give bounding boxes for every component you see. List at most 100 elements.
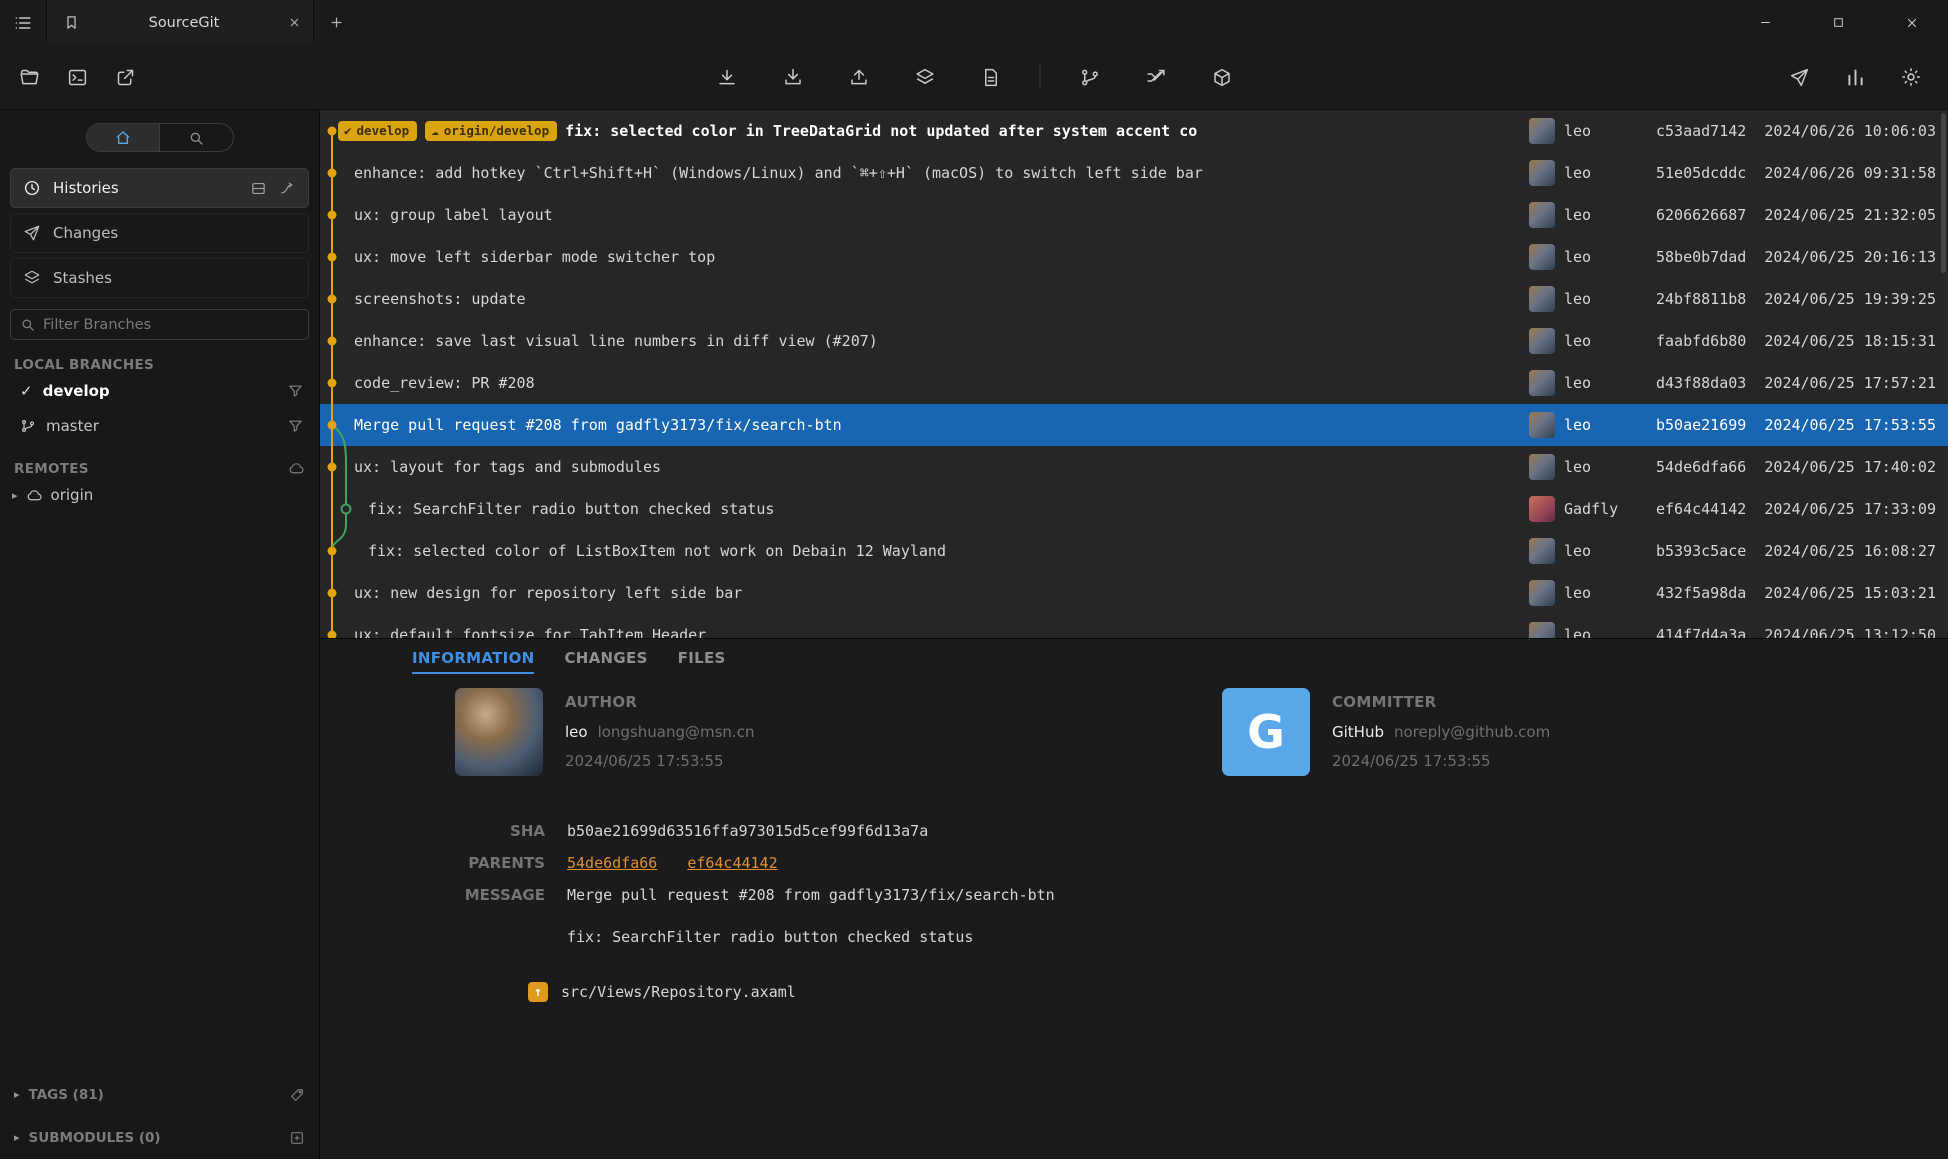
- commit-row[interactable]: ux: layout for tags and submodules leo54d…: [320, 446, 1948, 488]
- chevron-right-icon: ▸: [14, 1088, 20, 1101]
- parent-commit-link[interactable]: ef64c44142: [687, 854, 777, 872]
- compare-arrows-icon: [1145, 67, 1166, 88]
- stash-layers-icon: [914, 67, 935, 88]
- commit-row[interactable]: enhance: add hotkey `Ctrl+Shift+H` (Wind…: [320, 152, 1948, 194]
- commit-time: 2024/06/26 10:06:03: [1762, 122, 1936, 140]
- close-window-button[interactable]: [1875, 0, 1948, 45]
- badge-label: origin/develop: [444, 122, 549, 139]
- history-scrollbar-thumb[interactable]: [1941, 113, 1946, 273]
- archive-button[interactable]: [1205, 60, 1239, 94]
- commit-message: ux: new design for repository left side …: [354, 584, 742, 602]
- submodules-label: SUBMODULES (0): [29, 1130, 161, 1146]
- toolbar: [0, 45, 1948, 110]
- author-avatar: [1529, 454, 1555, 480]
- author-avatar: [1529, 328, 1555, 354]
- sidebar-item-label: Stashes: [53, 269, 296, 287]
- open-repository-button[interactable]: [12, 60, 46, 94]
- branch-badge[interactable]: ☁origin/develop: [425, 121, 557, 141]
- changed-file-row[interactable]: ↑ src/Views/Repository.axaml: [528, 982, 1948, 1002]
- filter-funnel-icon[interactable]: [288, 383, 303, 398]
- layout-toggle-icon[interactable]: [250, 180, 267, 197]
- committer-block: G COMMITTER GitHub noreply@github.com 20…: [1222, 688, 1550, 776]
- settings-button[interactable]: [1894, 60, 1928, 94]
- commit-people: AUTHOR leo longshuang@msn.cn 2024/06/25 …: [455, 688, 1948, 776]
- commit-row[interactable]: ux: move left siderbar mode switcher top…: [320, 236, 1948, 278]
- toolbar-divider: [1040, 65, 1041, 89]
- fetch-icon: [716, 67, 737, 88]
- author-label: AUTHOR: [565, 693, 754, 711]
- commit-row[interactable]: fix: SearchFilter radio button checked s…: [320, 488, 1948, 530]
- tab-files[interactable]: FILES: [678, 649, 726, 674]
- statistics-button[interactable]: [1838, 60, 1872, 94]
- commit-row[interactable]: fix: selected color of ListBoxItem not w…: [320, 530, 1948, 572]
- commit-row[interactable]: Merge pull request #208 from gadfly3173/…: [320, 404, 1948, 446]
- commit-row[interactable]: enhance: save last visual line numbers i…: [320, 320, 1948, 362]
- commit-row[interactable]: screenshots: updateleo24bf8811b82024/06/…: [320, 278, 1948, 320]
- create-branch-button[interactable]: [1073, 60, 1107, 94]
- commit-time: 2024/06/25 20:16:13: [1762, 248, 1936, 266]
- main-menu-button[interactable]: [0, 0, 46, 45]
- commit-message: ux: group label layout: [354, 206, 553, 224]
- commit-row[interactable]: ✔develop☁origin/developfix: selected col…: [320, 110, 1948, 152]
- filter-branches-input[interactable]: [43, 317, 299, 333]
- commit-row[interactable]: ux: default fontsize for TabItem Headerl…: [320, 614, 1948, 638]
- commit-time: 2024/06/25 17:53:55: [1762, 416, 1936, 434]
- sidebar-item-stashes[interactable]: Stashes: [10, 258, 309, 298]
- tab-changes[interactable]: CHANGES: [564, 649, 647, 674]
- commit-row[interactable]: code_review: PR #208leod43f88da032024/06…: [320, 362, 1948, 404]
- branch-row-master[interactable]: master: [0, 408, 319, 443]
- branch-badge[interactable]: ✔develop: [338, 121, 417, 141]
- commit-row[interactable]: ux: new design for repository left side …: [320, 572, 1948, 614]
- sidebar-item-changes[interactable]: Changes: [10, 213, 309, 253]
- commit-sha: c53aad7142: [1656, 122, 1762, 140]
- feedback-button[interactable]: [1782, 60, 1816, 94]
- author-avatar: [1529, 244, 1555, 270]
- stash-button[interactable]: [908, 60, 942, 94]
- author-avatar: [1529, 118, 1555, 144]
- apply-patch-button[interactable]: [974, 60, 1008, 94]
- branch-row-develop[interactable]: ✓ develop: [0, 373, 319, 408]
- curve-toggle-icon[interactable]: [279, 180, 296, 197]
- commit-author: Gadfly: [1564, 500, 1656, 518]
- tags-section[interactable]: ▸ TAGS (81): [0, 1073, 319, 1116]
- maximize-button[interactable]: [1802, 0, 1875, 45]
- file-modified-icon: ↑: [528, 982, 548, 1002]
- chevron-right-icon: ▸: [12, 489, 18, 502]
- branch-name: master: [46, 417, 99, 435]
- push-button[interactable]: [842, 60, 876, 94]
- parent-commit-link[interactable]: 54de6dfa66: [567, 854, 657, 872]
- remote-name: origin: [51, 486, 94, 504]
- submodule-icon[interactable]: [289, 1130, 305, 1146]
- committer-email: noreply@github.com: [1394, 723, 1550, 741]
- commit-time: 2024/06/25 17:40:02: [1762, 458, 1936, 476]
- tab-close-button[interactable]: [288, 16, 301, 29]
- repository-tab[interactable]: SourceGit: [46, 0, 314, 45]
- sidebar-item-histories[interactable]: Histories: [10, 168, 309, 208]
- badge-label: develop: [357, 122, 410, 139]
- mode-home-button[interactable]: [87, 124, 160, 151]
- filter-funnel-icon[interactable]: [288, 418, 303, 433]
- commit-sha: 54de6dfa66: [1656, 458, 1762, 476]
- commit-row[interactable]: ux: group label layoutleo62066266872024/…: [320, 194, 1948, 236]
- remote-row-origin[interactable]: ▸ origin: [0, 477, 319, 513]
- new-tab-button[interactable]: [314, 0, 358, 45]
- minimize-button[interactable]: [1729, 0, 1802, 45]
- tab-information[interactable]: INFORMATION: [412, 649, 534, 674]
- pull-button[interactable]: [776, 60, 810, 94]
- compare-button[interactable]: [1139, 60, 1173, 94]
- author-avatar: [1529, 160, 1555, 186]
- share-repository-button[interactable]: [108, 60, 142, 94]
- open-terminal-button[interactable]: [60, 60, 94, 94]
- add-remote-cloud-icon[interactable]: [288, 460, 305, 477]
- fetch-button[interactable]: [710, 60, 744, 94]
- tag-icon[interactable]: [289, 1087, 305, 1103]
- mode-search-button[interactable]: [159, 124, 233, 151]
- commit-time: 2024/06/25 17:57:21: [1762, 374, 1936, 392]
- detail-tabs: INFORMATION CHANGES FILES: [320, 639, 1948, 674]
- search-icon: [188, 130, 204, 146]
- commit-message: ux: move left siderbar mode switcher top: [354, 248, 715, 266]
- commit-list: ✔develop ☁origin/develop fix: selected col…: [320, 110, 1948, 638]
- commit-author: leo: [1564, 458, 1656, 476]
- submodules-section[interactable]: ▸ SUBMODULES (0): [0, 1116, 319, 1159]
- commit-message: ux: layout for tags and submodules: [354, 458, 661, 476]
